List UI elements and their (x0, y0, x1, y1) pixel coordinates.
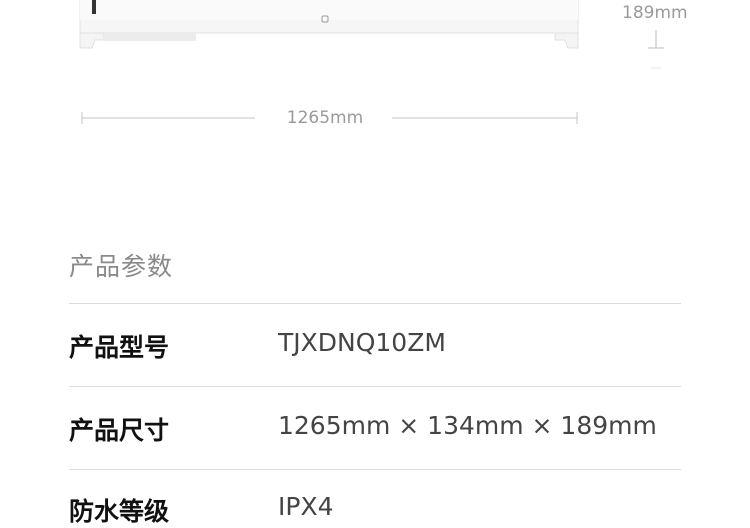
spec-value-model: TJXDNQ10ZM (278, 328, 446, 357)
heater-top-panel (80, 0, 578, 20)
divider (69, 469, 681, 470)
heater-foot-strip (104, 33, 196, 41)
section-title: 产品参数 (69, 252, 174, 281)
height-dimension-label: 189mm (622, 3, 688, 23)
heater-right-foot (554, 32, 579, 49)
spec-label-waterproof: 防水等级 (69, 497, 170, 526)
heater-slot (92, 0, 96, 14)
heater-left-foot (79, 32, 105, 49)
spec-label-model: 产品型号 (69, 333, 170, 362)
spec-value-size: 1265mm × 134mm × 189mm (278, 411, 657, 440)
divider (69, 386, 681, 387)
spec-label-size: 产品尺寸 (69, 416, 170, 445)
divider (69, 303, 681, 304)
width-dimension-label: 1265mm (286, 108, 364, 128)
spec-value-waterproof: IPX4 (278, 492, 334, 521)
